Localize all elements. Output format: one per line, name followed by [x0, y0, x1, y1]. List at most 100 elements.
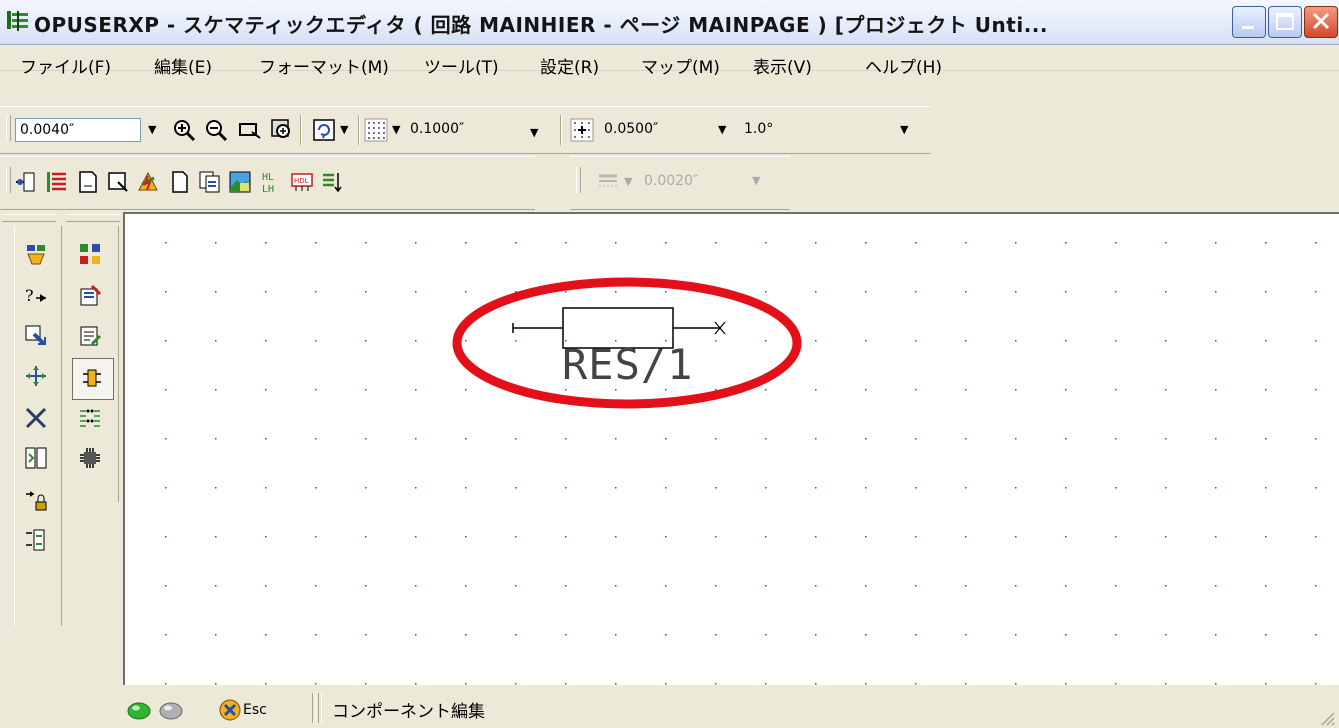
- menu-edit[interactable]: 編集(E): [154, 53, 212, 78]
- grid-value: 0.1000″: [410, 121, 465, 137]
- snap-value: 0.0500″: [604, 121, 659, 137]
- zoom-out-icon[interactable]: [204, 118, 228, 142]
- close-icon: [1312, 12, 1330, 30]
- toolbar-grip[interactable]: [6, 167, 11, 193]
- esc-label: Esc: [243, 702, 267, 718]
- add-component-icon[interactable]: [24, 324, 48, 348]
- hl-lh-icon[interactable]: HLLH: [260, 170, 284, 194]
- chevron-down-icon: ▼: [624, 175, 633, 188]
- zoom-in-icon[interactable]: [172, 118, 196, 142]
- maximize-icon: [1276, 13, 1294, 30]
- component-select-icon[interactable]: [14, 170, 38, 194]
- toolbar-separator: [560, 115, 562, 145]
- svg-text:LH: LH: [262, 184, 274, 194]
- status-green-led-icon: [127, 702, 151, 720]
- copy-page-icon[interactable]: [198, 170, 222, 194]
- svg-text:?: ?: [25, 286, 34, 305]
- distance-value: 0.0040″: [20, 122, 75, 138]
- menu-format[interactable]: フォーマット(M): [259, 53, 389, 78]
- app-icon: [7, 11, 28, 31]
- title-bar[interactable]: OPUSERXP - スケマティックエディタ ( 回路 MAINHIER - ペ…: [0, 0, 1339, 45]
- angle-value: 1.0°: [744, 121, 774, 137]
- window-title: OPUSERXP - スケマティックエディタ ( 回路 MAINHIER - ペ…: [34, 13, 1048, 37]
- status-mode-text: コンポーネント編集: [332, 702, 485, 722]
- status-separator: [312, 693, 316, 723]
- toolbar-grip[interactable]: [6, 115, 11, 141]
- chevron-down-icon[interactable]: ▼: [148, 123, 156, 136]
- component-edit-button[interactable]: [72, 358, 114, 400]
- library-icon[interactable]: [78, 242, 102, 266]
- move-icon[interactable]: [24, 364, 48, 388]
- snap-combo[interactable]: 0.0500″: [600, 118, 712, 142]
- refresh-icon[interactable]: [312, 118, 336, 142]
- snap-grid-icon[interactable]: [570, 118, 594, 142]
- component-label[interactable]: RES/1: [562, 340, 693, 389]
- schematic-canvas[interactable]: RES/1: [123, 212, 1339, 687]
- toolbar-tools: HL LH HDL: [0, 156, 535, 210]
- image-page-icon[interactable]: [228, 170, 252, 194]
- help-query-icon[interactable]: ?: [24, 284, 48, 308]
- menu-settings[interactable]: 設定(R): [540, 53, 599, 78]
- menu-view[interactable]: 表示(V): [753, 53, 812, 78]
- delete-icon[interactable]: [24, 406, 48, 430]
- palette-grip[interactable]: [2, 214, 56, 222]
- svg-text:HDL: HDL: [294, 177, 309, 185]
- close-button[interactable]: [1304, 6, 1338, 38]
- palette-grip[interactable]: [66, 214, 120, 222]
- chip-icon[interactable]: [78, 446, 102, 470]
- chevron-down-icon[interactable]: ▼: [340, 123, 348, 136]
- line-width-combo: 0.0020″ ▼: [640, 170, 770, 194]
- pin-swap-icon[interactable]: [24, 528, 48, 552]
- status-bar: Esc コンポーネント編集: [0, 685, 1339, 728]
- component-edit-icon: [83, 369, 101, 387]
- minimize-icon: [1242, 26, 1254, 29]
- minimize-button[interactable]: [1232, 6, 1266, 38]
- angle-combo[interactable]: 1.0°: [740, 118, 840, 142]
- escape-icon: [219, 699, 241, 721]
- pin-array-icon[interactable]: [78, 406, 102, 430]
- auto-wire-icon[interactable]: [136, 170, 160, 194]
- toolbar-line: ▼ 0.0020″ ▼: [570, 156, 790, 210]
- page-icon[interactable]: [76, 170, 100, 194]
- menu-map[interactable]: マップ(M): [641, 53, 720, 78]
- grid-dropdown[interactable]: ▼: [526, 118, 546, 142]
- resize-grip-icon[interactable]: [1318, 709, 1336, 727]
- app-window: OPUSERXP - スケマティックエディタ ( 回路 MAINHIER - ペ…: [0, 0, 1339, 728]
- maximize-button[interactable]: [1268, 6, 1302, 38]
- tool-palette: ?: [0, 212, 124, 728]
- chevron-down-icon: ▼: [752, 174, 761, 187]
- toolbar-grip[interactable]: [576, 167, 581, 193]
- line-width-value: 0.0020″: [644, 173, 699, 189]
- zoom-fit-icon[interactable]: [270, 118, 294, 142]
- pin-list-icon[interactable]: [44, 170, 68, 194]
- status-gray-led-icon: [159, 702, 183, 720]
- toolbar-separator: [358, 115, 360, 145]
- menu-file[interactable]: ファイル(F): [20, 53, 111, 78]
- toolbar-separator: [300, 115, 302, 145]
- distance-combo[interactable]: 0.0040″: [15, 118, 141, 142]
- chevron-down-icon[interactable]: ▼: [392, 123, 400, 136]
- menu-help[interactable]: ヘルプ(H): [865, 53, 942, 78]
- blank-page-icon[interactable]: [168, 170, 192, 194]
- chevron-down-icon[interactable]: ▼: [718, 123, 726, 136]
- zoom-window-icon[interactable]: [238, 118, 262, 142]
- edit-symbol-icon[interactable]: [78, 284, 102, 308]
- hdl-icon[interactable]: HDL: [290, 170, 314, 194]
- grid-icon[interactable]: [364, 118, 388, 142]
- net-sort-icon[interactable]: [320, 170, 344, 194]
- svg-text:HL: HL: [262, 172, 274, 183]
- menu-tools[interactable]: ツール(T): [424, 53, 499, 78]
- status-separator: [318, 693, 322, 723]
- page-select-icon[interactable]: [106, 170, 130, 194]
- line-width-icon: [599, 174, 617, 187]
- edit-attributes-icon[interactable]: [78, 324, 102, 348]
- swap-component-icon[interactable]: [24, 446, 48, 470]
- menu-bar: ファイル(F) 編集(E) フォーマット(M) ツール(T) 設定(R) マップ…: [0, 44, 1339, 78]
- pin-lock-icon[interactable]: [24, 488, 48, 512]
- toolbar-view: 0.0040″ ▼ ▼ ▼ 0.1000″ ▼ 0.0500″ ▼ 1.0° ▼: [0, 106, 930, 154]
- chevron-down-icon[interactable]: ▼: [900, 123, 908, 136]
- select-mode-icon[interactable]: [24, 242, 48, 266]
- esc-button[interactable]: Esc: [215, 695, 303, 725]
- resistor-symbol[interactable]: [125, 214, 1339, 687]
- grid-combo[interactable]: 0.1000″: [406, 118, 526, 142]
